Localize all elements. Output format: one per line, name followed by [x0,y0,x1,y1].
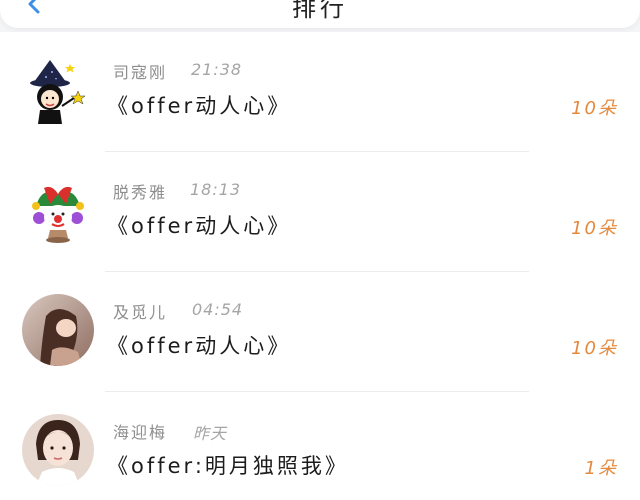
sender-name: 及觅儿 [113,303,168,322]
sender-name: 海迎梅 [113,423,168,442]
photo-avatar-icon [22,414,94,486]
timestamp: 04:54 [192,300,244,319]
page-title: 排行 [292,0,348,22]
timestamp: 昨天 [193,424,228,443]
list-item[interactable]: 司寇刚 21:38 《offer动人心》 10朵 [0,32,640,152]
list-item[interactable]: 脱秀雅 18:13 《offer动人心》 10朵 [0,152,640,272]
gift-count: 1朵 [584,458,618,479]
sender-name: 司寇刚 [113,63,168,82]
item-title: 《offer动人心》 [107,214,292,238]
item-title: 《offer:明月独照我》 [107,454,349,478]
ranking-list: 司寇刚 21:38 《offer动人心》 10朵 脱秀雅 18:13 《offe… [0,32,640,500]
gift-count: 10朵 [571,218,618,239]
gift-count: 10朵 [571,98,618,119]
gift-count: 10朵 [571,338,618,359]
timestamp: 21:38 [191,60,243,79]
sender-name: 脱秀雅 [113,183,168,202]
timestamp: 18:13 [190,180,242,199]
ranking-page: 排行 司寇刚 21:38 《offer动人心》 10朵 脱秀雅 18:13 《o… [0,0,640,500]
clown-avatar-icon [22,174,94,246]
witch-avatar-icon [22,54,94,126]
item-title: 《offer动人心》 [107,94,292,118]
list-item[interactable]: 海迎梅 昨天 《offer:明月独照我》 1朵 [0,392,640,500]
photo-avatar-icon [22,294,94,366]
item-title: 《offer动人心》 [107,334,292,358]
list-item[interactable]: 及觅儿 04:54 《offer动人心》 10朵 [0,272,640,392]
top-bar: 排行 [0,0,640,28]
